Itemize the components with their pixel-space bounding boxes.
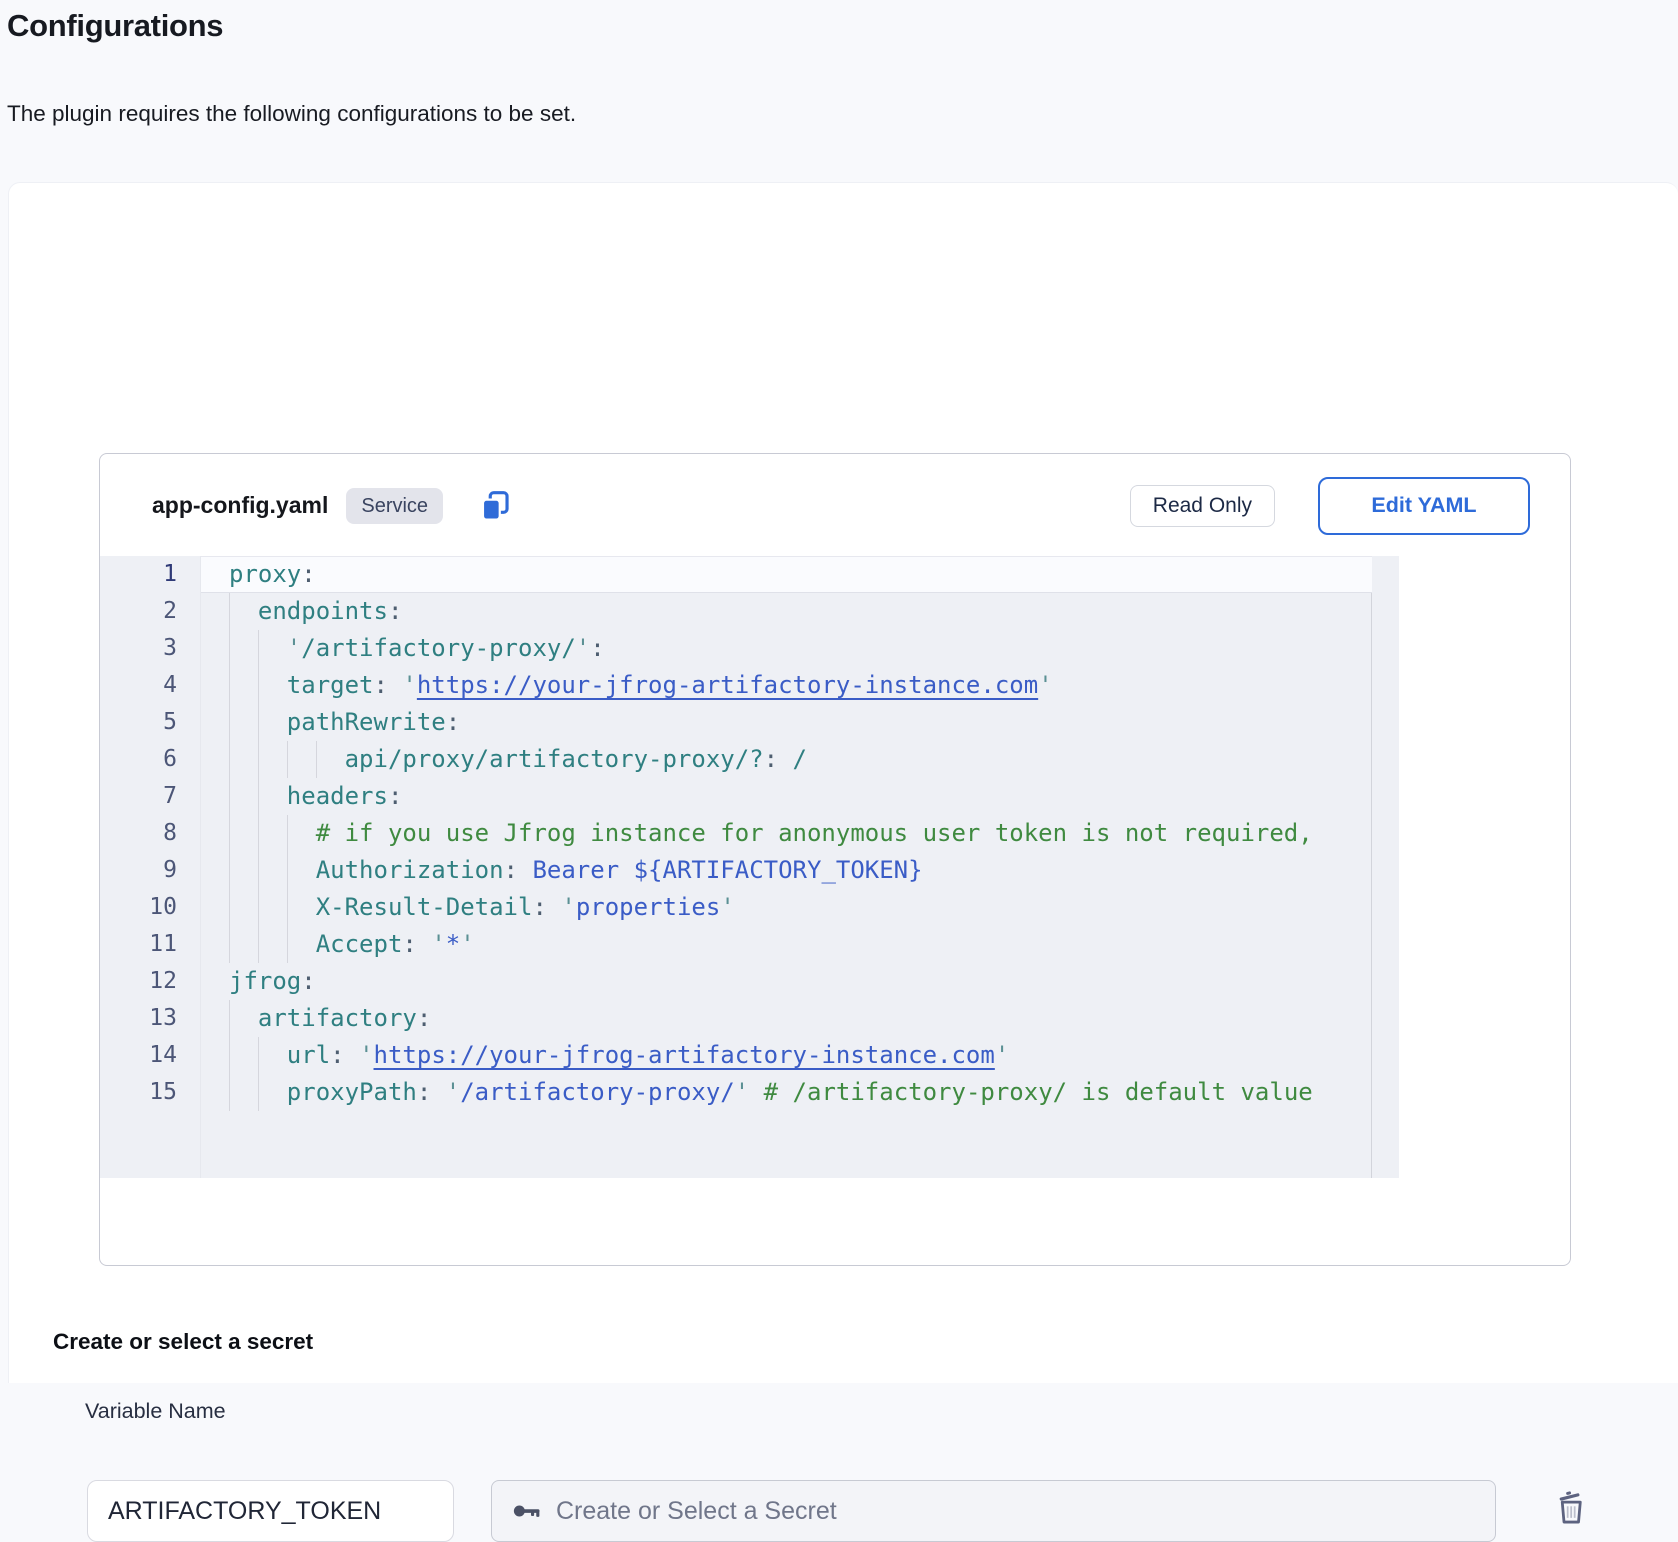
code-line: 6 api/proxy/artifactory-proxy/?: / bbox=[100, 741, 1372, 778]
delete-button[interactable] bbox=[1549, 1485, 1593, 1529]
page-title: Configurations bbox=[7, 8, 223, 44]
indent-guide bbox=[229, 815, 230, 852]
line-number: 7 bbox=[100, 778, 200, 815]
line-content: artifactory: bbox=[201, 1000, 1372, 1037]
indent-guide bbox=[287, 926, 288, 963]
card-header: app-config.yaml Service Read Only Edit Y… bbox=[100, 454, 1570, 557]
indent-guide bbox=[229, 1000, 230, 1037]
indent-guide bbox=[287, 852, 288, 889]
indent-guide bbox=[229, 741, 230, 778]
line-content: api/proxy/artifactory-proxy/?: / bbox=[201, 741, 1372, 778]
line-number: 6 bbox=[100, 741, 200, 778]
read-only-button[interactable]: Read Only bbox=[1130, 485, 1275, 527]
indent-guide bbox=[229, 1074, 230, 1111]
indent-guide bbox=[258, 1037, 259, 1074]
file-name: app-config.yaml bbox=[152, 492, 328, 519]
indent-guide bbox=[229, 630, 230, 667]
indent-guide bbox=[258, 815, 259, 852]
line-number: 5 bbox=[100, 704, 200, 741]
indent-guide bbox=[258, 852, 259, 889]
indent-guide bbox=[229, 926, 230, 963]
key-icon bbox=[512, 1496, 542, 1526]
variable-name-input[interactable] bbox=[87, 1480, 454, 1542]
indent-guide bbox=[287, 815, 288, 852]
indent-guide bbox=[316, 741, 317, 778]
indent-guide bbox=[287, 889, 288, 926]
code-line: 4 target: 'https://your-jfrog-artifactor… bbox=[100, 667, 1372, 704]
line-content: X-Result-Detail: 'properties' bbox=[201, 889, 1372, 926]
line-content: proxyPath: '/artifactory-proxy/' # /arti… bbox=[201, 1074, 1372, 1111]
code-line: 5 pathRewrite: bbox=[100, 704, 1372, 741]
indent-guide bbox=[258, 667, 259, 704]
code-line: 12jfrog: bbox=[100, 963, 1372, 1000]
indent-guide bbox=[229, 852, 230, 889]
line-number: 13 bbox=[100, 1000, 200, 1037]
line-number: 2 bbox=[100, 593, 200, 630]
code-line: 7 headers: bbox=[100, 778, 1372, 815]
line-number: 12 bbox=[100, 963, 200, 1000]
indent-guide bbox=[229, 889, 230, 926]
code-line: 3 '/artifactory-proxy/': bbox=[100, 630, 1372, 667]
indent-guide bbox=[229, 1037, 230, 1074]
line-content: # if you use Jfrog instance for anonymou… bbox=[201, 815, 1372, 852]
code-line: 13 artifactory: bbox=[100, 1000, 1372, 1037]
copy-button[interactable] bbox=[475, 486, 515, 526]
line-content: Accept: '*' bbox=[201, 926, 1372, 963]
code-line: 2 endpoints: bbox=[100, 593, 1372, 630]
code-line: 8 # if you use Jfrog instance for anonym… bbox=[100, 815, 1372, 852]
indent-guide bbox=[229, 667, 230, 704]
line-content: url: 'https://your-jfrog-artifactory-ins… bbox=[201, 1037, 1372, 1074]
line-content: '/artifactory-proxy/': bbox=[201, 630, 1372, 667]
code-line: 11 Accept: '*' bbox=[100, 926, 1372, 963]
code-line: 1proxy: bbox=[100, 556, 1372, 593]
yaml-code-editor[interactable]: 1proxy:2 endpoints:3 '/artifactory-proxy… bbox=[100, 556, 1399, 1178]
line-content: target: 'https://your-jfrog-artifactory-… bbox=[201, 667, 1372, 704]
trash-icon bbox=[1550, 1486, 1592, 1528]
code-line: 14 url: 'https://your-jfrog-artifactory-… bbox=[100, 1037, 1372, 1074]
line-content: Authorization: Bearer ${ARTIFACTORY_TOKE… bbox=[201, 852, 1372, 889]
content-panel: app-config.yaml Service Read Only Edit Y… bbox=[8, 182, 1678, 1383]
line-content: proxy: bbox=[201, 556, 1372, 593]
code-line: 15 proxyPath: '/artifactory-proxy/' # /a… bbox=[100, 1074, 1372, 1111]
variable-name-label: Variable Name bbox=[85, 1399, 226, 1424]
line-number: 4 bbox=[100, 667, 200, 704]
line-content: pathRewrite: bbox=[201, 704, 1372, 741]
indent-guide bbox=[258, 741, 259, 778]
line-number: 15 bbox=[100, 1074, 200, 1111]
secret-select-field[interactable]: Create or Select a Secret bbox=[491, 1480, 1496, 1542]
indent-guide bbox=[258, 1074, 259, 1111]
indent-guide bbox=[229, 778, 230, 815]
indent-guide bbox=[258, 630, 259, 667]
line-number: 1 bbox=[100, 556, 200, 593]
indent-guide bbox=[258, 889, 259, 926]
secret-section-heading: Create or select a secret bbox=[53, 1329, 313, 1355]
indent-guide bbox=[258, 926, 259, 963]
line-number: 8 bbox=[100, 815, 200, 852]
code-line: 9 Authorization: Bearer ${ARTIFACTORY_TO… bbox=[100, 852, 1372, 889]
indent-guide bbox=[229, 704, 230, 741]
indent-guide bbox=[287, 741, 288, 778]
line-content: jfrog: bbox=[201, 963, 1372, 1000]
indent-guide bbox=[258, 778, 259, 815]
line-number: 3 bbox=[100, 630, 200, 667]
line-number: 14 bbox=[100, 1037, 200, 1074]
secret-select-placeholder: Create or Select a Secret bbox=[556, 1497, 837, 1526]
copy-icon bbox=[476, 487, 514, 525]
line-number: 11 bbox=[100, 926, 200, 963]
line-content: endpoints: bbox=[201, 593, 1372, 630]
indent-guide bbox=[229, 593, 230, 630]
line-content: headers: bbox=[201, 778, 1372, 815]
code-line: 10 X-Result-Detail: 'properties' bbox=[100, 889, 1372, 926]
indent-guide bbox=[258, 704, 259, 741]
page-subtitle: The plugin requires the following config… bbox=[7, 101, 576, 127]
service-badge: Service bbox=[346, 488, 443, 524]
line-number: 9 bbox=[100, 852, 200, 889]
line-number: 10 bbox=[100, 889, 200, 926]
edit-yaml-button[interactable]: Edit YAML bbox=[1318, 477, 1530, 535]
editor-scrollbar[interactable] bbox=[1371, 556, 1399, 1178]
